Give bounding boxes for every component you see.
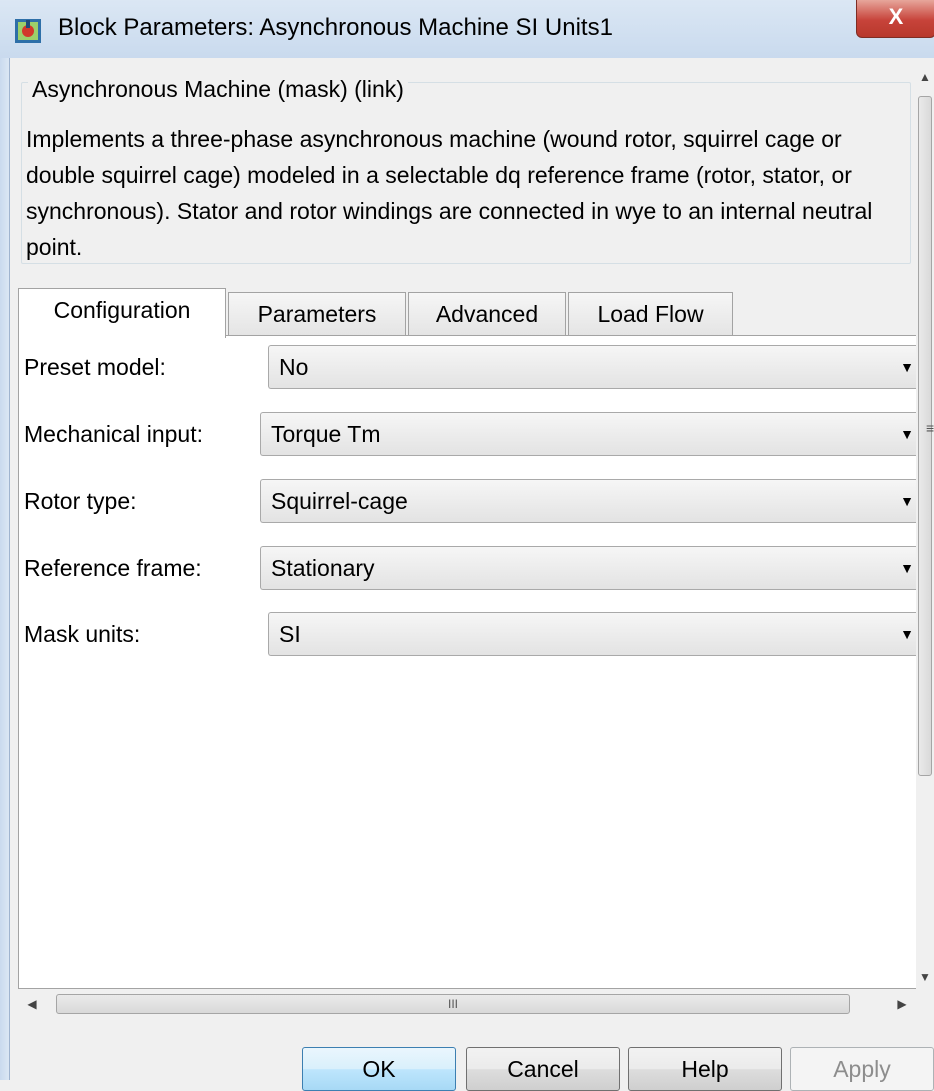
scroll-up-icon[interactable]: ▲ bbox=[916, 66, 934, 88]
dialog-content: Asynchronous Machine (mask) (link) Imple… bbox=[10, 58, 934, 1091]
preset-model-label: Preset model: bbox=[24, 354, 166, 380]
block-parameters-icon bbox=[15, 19, 41, 43]
mechanical-input-value: Torque Tm bbox=[271, 421, 381, 447]
mask-units-label: Mask units: bbox=[24, 621, 141, 647]
ok-button[interactable]: OK bbox=[302, 1047, 456, 1091]
tab-load-flow[interactable]: Load Flow bbox=[568, 292, 733, 336]
scroll-left-icon[interactable]: ◀ bbox=[20, 989, 44, 1019]
caret-down-icon: ▼ bbox=[900, 359, 914, 375]
caret-down-icon: ▼ bbox=[900, 426, 914, 442]
scroll-right-icon[interactable]: ▶ bbox=[890, 989, 914, 1019]
splitter-grip-icon[interactable]: ≡ bbox=[926, 420, 934, 436]
tab-configuration[interactable]: Configuration bbox=[18, 288, 226, 338]
mechanical-input-label: Mechanical input: bbox=[24, 421, 203, 447]
reference-frame-label: Reference frame: bbox=[24, 555, 202, 581]
caret-down-icon: ▼ bbox=[900, 626, 914, 642]
title-bar: Block Parameters: Asynchronous Machine S… bbox=[0, 0, 934, 59]
description-text: Implements a three-phase asynchronous ma… bbox=[26, 126, 873, 260]
apply-button[interactable]: Apply bbox=[790, 1047, 934, 1091]
preset-model-select[interactable]: No ▼ bbox=[268, 345, 916, 389]
reference-frame-value: Stationary bbox=[271, 555, 375, 581]
caret-down-icon: ▼ bbox=[900, 560, 914, 576]
help-button[interactable]: Help bbox=[628, 1047, 782, 1091]
horizontal-scroll-thumb[interactable]: III bbox=[56, 994, 850, 1014]
tab-advanced[interactable]: Advanced bbox=[408, 292, 566, 336]
rotor-type-value: Squirrel-cage bbox=[271, 488, 408, 514]
vertical-scrollbar[interactable]: ▲ ▼ bbox=[916, 66, 934, 988]
cancel-button[interactable]: Cancel bbox=[466, 1047, 620, 1091]
mask-units-select[interactable]: SI ▼ bbox=[268, 612, 916, 656]
preset-model-value: No bbox=[279, 354, 309, 380]
horizontal-scrollbar[interactable]: ◀ III ▶ bbox=[20, 989, 916, 1019]
rotor-type-select[interactable]: Squirrel-cage ▼ bbox=[260, 479, 916, 523]
window-title: Block Parameters: Asynchronous Machine S… bbox=[58, 14, 613, 41]
window-border bbox=[0, 58, 10, 1080]
mask-units-value: SI bbox=[279, 621, 301, 647]
rotor-type-label: Rotor type: bbox=[24, 488, 137, 514]
vertical-scroll-thumb[interactable] bbox=[918, 96, 932, 776]
reference-frame-select[interactable]: Stationary ▼ bbox=[260, 546, 916, 590]
tab-parameters[interactable]: Parameters bbox=[228, 292, 406, 336]
description-legend: Asynchronous Machine (mask) (link) bbox=[28, 76, 408, 103]
mechanical-input-select[interactable]: Torque Tm ▼ bbox=[260, 412, 916, 456]
caret-down-icon: ▼ bbox=[900, 493, 914, 509]
scroll-down-icon[interactable]: ▼ bbox=[916, 966, 934, 988]
close-button[interactable]: X bbox=[856, 0, 934, 38]
